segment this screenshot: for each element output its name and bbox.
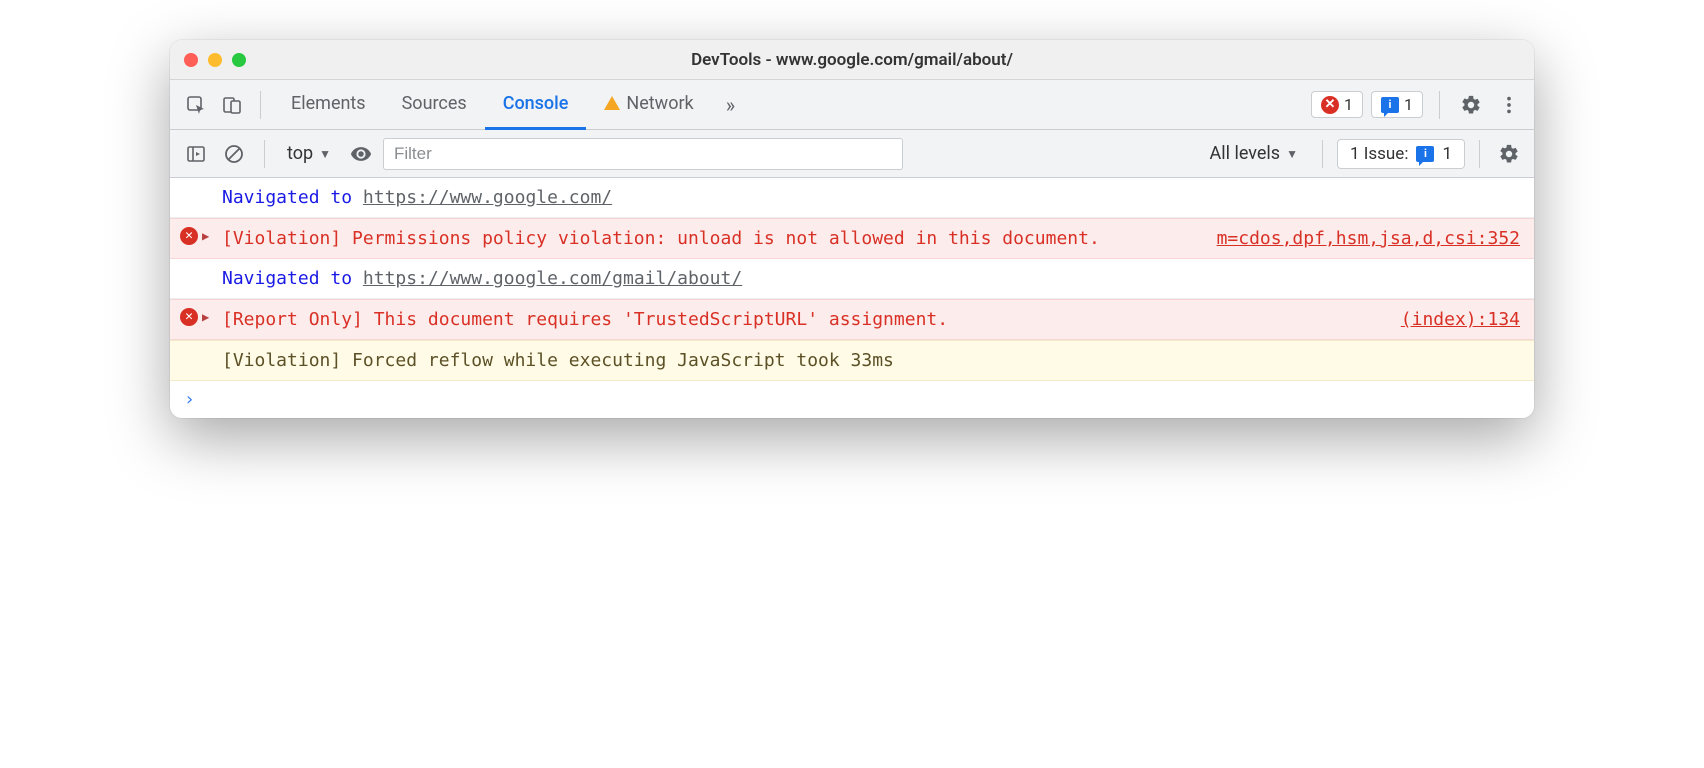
console-toolbar: top ▼ All levels ▼ 1 Issue: i 1 xyxy=(170,130,1534,178)
separator xyxy=(264,140,265,168)
log-message: [Violation] Permissions policy violation… xyxy=(222,225,1197,252)
message-icon: i xyxy=(1381,97,1399,113)
log-row-navigation: Navigated to https://www.google.com/gmai… xyxy=(170,259,1534,299)
nav-label: Navigated to xyxy=(222,187,363,208)
clear-console-icon[interactable] xyxy=(218,138,250,170)
chevron-down-icon: ▼ xyxy=(1286,147,1298,161)
issue-count: 1 xyxy=(1442,144,1452,164)
eye-icon[interactable] xyxy=(345,138,377,170)
error-icon: ✕ xyxy=(180,227,198,245)
warning-icon xyxy=(604,96,620,110)
message-icon: i xyxy=(1416,146,1434,162)
tab-label: Elements xyxy=(291,93,366,114)
log-source-link[interactable]: (index):134 xyxy=(1401,306,1520,333)
log-message: [Violation] Forced reflow while executin… xyxy=(222,347,1520,374)
log-row-warning: [Violation] Forced reflow while executin… xyxy=(170,340,1534,381)
expand-icon[interactable]: ▶ xyxy=(202,308,209,326)
right-tools: ✕ 1 i 1 xyxy=(1311,90,1524,120)
gear-icon[interactable] xyxy=(1456,90,1486,120)
chevron-down-icon: ▼ xyxy=(319,147,331,161)
console-output: Navigated to https://www.google.com/ ✕ ▶… xyxy=(170,178,1534,418)
tab-elements[interactable]: Elements xyxy=(273,80,384,130)
inspect-icon[interactable] xyxy=(180,89,212,121)
device-toggle-icon[interactable] xyxy=(216,89,248,121)
log-message: Navigated to https://www.google.com/ xyxy=(222,184,1520,211)
devtools-window: DevTools - www.google.com/gmail/about/ E… xyxy=(170,40,1534,418)
maximize-icon[interactable] xyxy=(232,53,246,67)
separator xyxy=(1322,140,1323,168)
tab-network[interactable]: Network xyxy=(586,80,711,130)
tabs: Elements Sources Console Network » xyxy=(273,80,1307,130)
expand-icon[interactable]: ▶ xyxy=(202,227,209,245)
nav-label: Navigated to xyxy=(222,268,363,289)
sidebar-toggle-icon[interactable] xyxy=(180,138,212,170)
levels-label: All levels xyxy=(1210,143,1281,164)
filter-input[interactable] xyxy=(383,138,903,170)
context-label: top xyxy=(287,143,313,164)
nav-url[interactable]: https://www.google.com/ xyxy=(363,187,612,208)
tab-console[interactable]: Console xyxy=(485,80,587,130)
window-title: DevTools - www.google.com/gmail/about/ xyxy=(170,50,1534,70)
tab-sources[interactable]: Sources xyxy=(384,80,485,130)
context-selector[interactable]: top ▼ xyxy=(279,139,339,168)
tab-label: Network xyxy=(626,93,693,114)
tab-label: Sources xyxy=(402,93,467,114)
message-count-badge[interactable]: i 1 xyxy=(1371,91,1423,118)
more-tabs-icon[interactable]: » xyxy=(712,93,749,117)
message-count: 1 xyxy=(1404,95,1413,114)
log-source-link[interactable]: m=cdos,dpf,hsm,jsa,d,csi:352 xyxy=(1217,225,1520,252)
console-prompt[interactable]: › xyxy=(170,381,1534,418)
error-icon: ✕ xyxy=(180,308,198,326)
minimize-icon[interactable] xyxy=(208,53,222,67)
separator xyxy=(1479,140,1480,168)
log-levels-selector[interactable]: All levels ▼ xyxy=(1200,139,1308,168)
log-row-navigation: Navigated to https://www.google.com/ xyxy=(170,178,1534,218)
prompt-icon: › xyxy=(184,389,195,410)
log-row-error: ✕ ▶ [Report Only] This document requires… xyxy=(170,299,1534,340)
log-message: Navigated to https://www.google.com/gmai… xyxy=(222,265,1520,292)
close-icon[interactable] xyxy=(184,53,198,67)
separator xyxy=(260,91,261,119)
error-count: 1 xyxy=(1344,95,1353,114)
tab-label: Console xyxy=(503,93,569,114)
log-message: [Report Only] This document requires 'Tr… xyxy=(222,306,1381,333)
log-row-error: ✕ ▶ [Violation] Permissions policy viola… xyxy=(170,218,1534,259)
error-count-badge[interactable]: ✕ 1 xyxy=(1311,91,1363,118)
titlebar: DevTools - www.google.com/gmail/about/ xyxy=(170,40,1534,80)
kebab-icon[interactable] xyxy=(1494,90,1524,120)
nav-url[interactable]: https://www.google.com/gmail/about/ xyxy=(363,268,742,289)
error-icon: ✕ xyxy=(1321,96,1339,114)
main-tabs-bar: Elements Sources Console Network » ✕ 1 i… xyxy=(170,80,1534,130)
separator xyxy=(1439,91,1440,119)
gear-icon[interactable] xyxy=(1494,139,1524,169)
traffic-lights xyxy=(184,53,246,67)
issue-label: 1 Issue: xyxy=(1350,144,1408,164)
issues-button[interactable]: 1 Issue: i 1 xyxy=(1337,139,1465,169)
